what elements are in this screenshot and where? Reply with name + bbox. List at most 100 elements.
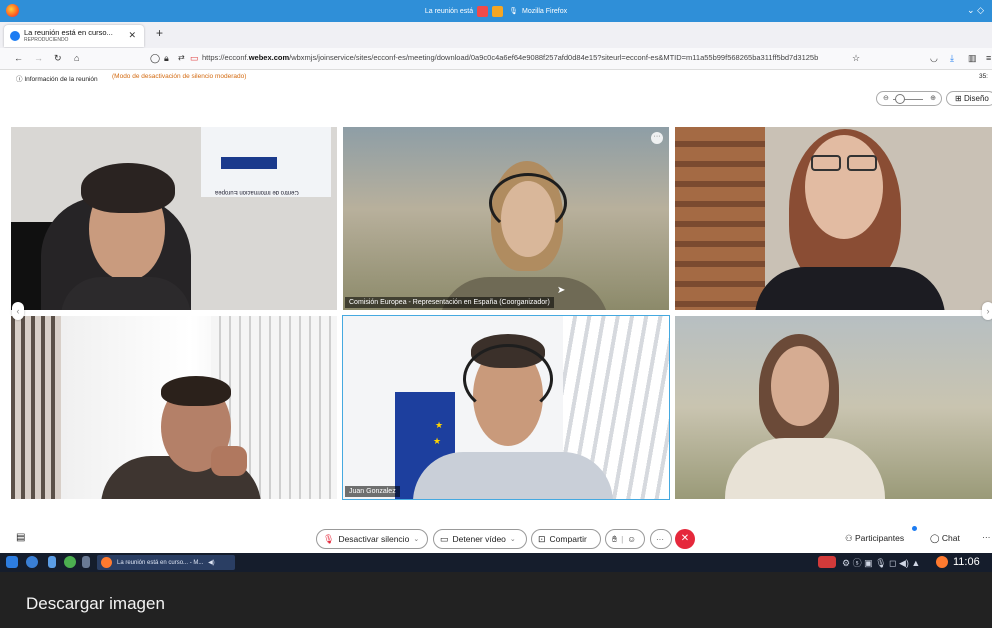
audio-playing-icon: ◀): [208, 560, 215, 566]
reactions-group: ✋︎ | ☺: [605, 529, 645, 549]
taskbar: La reunión está en curso... - M... ◀) ⚙ …: [0, 553, 992, 572]
lock-icon[interactable]: 🔒︎: [164, 53, 169, 64]
layout-button[interactable]: ⊞ Diseño: [946, 91, 992, 106]
close-tab-icon[interactable]: ✕: [128, 30, 136, 41]
tab-title: La reunión está en curso...: [24, 28, 113, 37]
url-bar[interactable]: https://ecconf.webex.com/wbxmjs/joinserv…: [202, 53, 818, 62]
layout-button-label: Diseño: [963, 94, 989, 103]
launcher-icon[interactable]: [26, 556, 38, 568]
app-icon[interactable]: [64, 556, 76, 568]
tile-options-icon[interactable]: ···: [651, 132, 663, 144]
glasses-left: [811, 155, 841, 171]
participants-button[interactable]: ⚇ Participantes: [845, 533, 904, 544]
shoulders: [725, 438, 885, 499]
next-page-arrow-icon[interactable]: ›: [982, 302, 992, 320]
eu-logo-graphic: [221, 157, 277, 169]
taskbar-firefox-task[interactable]: La reunión está en curso... - M... ◀): [97, 555, 235, 570]
meeting-info-button[interactable]: ⓘ Información de la reunión: [16, 73, 98, 83]
zoom-handle[interactable]: [895, 94, 905, 104]
pocket-icon[interactable]: ◡: [930, 53, 938, 64]
terminal-icon[interactable]: [82, 556, 90, 568]
video-tile-active-speaker[interactable]: ★ ★ Juan Gonzalez: [342, 315, 670, 500]
download-icon[interactable]: ⤓: [950, 53, 954, 64]
zoom-out-icon[interactable]: ⊖: [883, 94, 889, 102]
video-tile[interactable]: Centro de Información Europea: [11, 127, 337, 310]
navigation-bar: ← → ↻ ⌂ ◯ 🔒︎ ⇄ ▭ https://ecconf.webex.co…: [0, 48, 992, 70]
stop-video-label: Detener vídeo: [452, 534, 506, 544]
share-button[interactable]: ⊡ Compartir: [531, 529, 601, 549]
chat-icon: ◯: [930, 533, 942, 543]
moderated-mute-notice: (Modo de desactivación de silencio moder…: [112, 73, 247, 80]
reactions-icon[interactable]: ☺: [627, 534, 636, 544]
participants-icon: ⚇: [845, 533, 855, 543]
webex-favicon-icon: [10, 31, 20, 41]
firefox-title-icon: [477, 5, 489, 17]
bookmark-star-icon[interactable]: ☆: [852, 53, 860, 64]
participants-button-label: Participantes: [854, 533, 905, 543]
separator: |: [621, 534, 624, 544]
zoom-in-icon[interactable]: ⊕: [930, 94, 936, 102]
background-sign-text: Centro de Información Europea: [215, 189, 299, 195]
url-domain: webex.com: [248, 53, 290, 62]
forward-icon[interactable]: →: [34, 53, 43, 63]
leave-meeting-button[interactable]: ✕: [675, 529, 695, 549]
headset: [463, 344, 553, 414]
camera-permission-icon[interactable]: ▭: [190, 53, 199, 64]
shield-icon[interactable]: ◯: [150, 53, 160, 64]
participant-label: Comisión Europea - Representación en Esp…: [345, 297, 554, 308]
firefox-tray-icon[interactable]: [936, 556, 948, 568]
meeting-timer: 35:: [978, 73, 988, 80]
window-blinds: [11, 316, 61, 499]
video-tile[interactable]: [675, 316, 992, 499]
window-controls[interactable]: ⌄ ◇: [967, 5, 984, 16]
layout-grid-icon: ⊞: [955, 94, 964, 103]
files-icon[interactable]: [48, 556, 56, 568]
chevron-down-icon[interactable]: ⌄: [413, 535, 419, 543]
mute-button-label: Desactivar silencio: [338, 534, 410, 544]
home-icon[interactable]: ⌂: [74, 53, 79, 63]
face: [805, 135, 883, 239]
window-title-prefix: La reunión está: [424, 7, 474, 15]
tab-strip: La reunión está en curso... REPRODUCIEND…: [0, 22, 992, 48]
mic-indicator-icon: 🎙: [509, 8, 519, 15]
chat-button[interactable]: ◯ Chat: [930, 533, 960, 544]
back-icon[interactable]: ←: [14, 53, 23, 63]
chat-button-label: Chat: [941, 533, 960, 543]
mute-button[interactable]: 🎙︎ Desactivar silencio ⌄: [316, 529, 428, 549]
more-panels-icon[interactable]: ···: [982, 532, 991, 542]
menu-icon[interactable]: ≡: [986, 53, 991, 63]
screen-share-indicator-icon: [492, 5, 504, 17]
download-image-bar[interactable]: Descargar imagen: [0, 572, 992, 628]
taskbar-clock[interactable]: 11:06: [953, 556, 980, 568]
share-screen-icon: ⊡: [538, 533, 546, 544]
captions-icon[interactable]: ▤: [16, 532, 25, 543]
taskbar-task-label: La reunión está en curso... - M...: [117, 560, 204, 566]
mic-muted-icon: 🎙︎: [323, 533, 335, 544]
raise-hand-icon[interactable]: ✋︎: [612, 534, 617, 545]
tray-app-icon[interactable]: [818, 556, 836, 568]
permissions-icon[interactable]: ⇄: [178, 53, 185, 62]
window-title-suffix: Mozilla Firefox: [522, 7, 568, 15]
chevron-down-icon[interactable]: ⌄: [510, 535, 516, 543]
shoulders: [413, 452, 613, 499]
previous-page-arrow-icon[interactable]: ‹: [12, 302, 24, 320]
browser-tab[interactable]: La reunión está en curso... REPRODUCIEND…: [4, 25, 144, 47]
sidebar-icon[interactable]: ▥: [968, 53, 977, 64]
reload-icon[interactable]: ↻: [54, 53, 62, 64]
new-tab-icon[interactable]: +: [156, 26, 163, 40]
video-tile[interactable]: [675, 127, 992, 310]
system-tray-icons[interactable]: ⚙ ⓢ ▣ 🎙︎ ◻ ◀) ▲: [842, 556, 920, 569]
download-image-label[interactable]: Descargar imagen: [26, 594, 165, 613]
video-tile[interactable]: [11, 316, 337, 499]
firefox-logo-icon: [6, 4, 19, 17]
hand: [211, 446, 247, 476]
bookshelf: [675, 127, 765, 310]
start-menu-icon[interactable]: [6, 556, 18, 568]
zoom-slider[interactable]: ⊖ ⊕: [876, 91, 942, 106]
glasses-right: [847, 155, 877, 171]
more-options-button[interactable]: ···: [650, 529, 672, 549]
window-titlebar: La reunión está 🎙 Mozilla Firefox ⌄ ◇: [0, 0, 992, 22]
video-tile[interactable]: ··· ➤ Comisión Europea - Representación …: [343, 127, 669, 310]
tab-subtitle: REPRODUCIENDO: [24, 37, 69, 43]
stop-video-button[interactable]: ▭ Detener vídeo ⌄: [433, 529, 527, 549]
